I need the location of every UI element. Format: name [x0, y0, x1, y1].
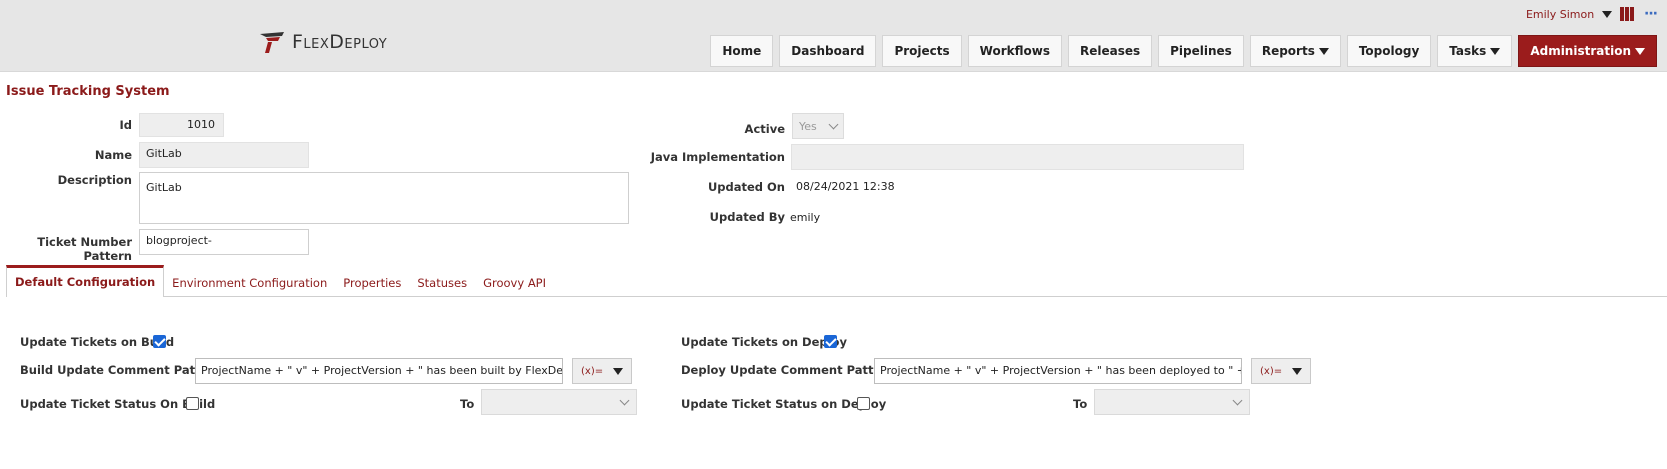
- chevron-down-icon: [1232, 395, 1243, 405]
- nav-workflows[interactable]: Workflows: [967, 35, 1062, 67]
- main-nav: Home Dashboard Projects Workflows Releas…: [710, 35, 1657, 67]
- user-menu[interactable]: Emily Simon: [1525, 7, 1613, 21]
- nav-releases[interactable]: Releases: [1067, 35, 1153, 67]
- build-to-select: [481, 389, 637, 415]
- chevron-down-icon: [619, 395, 630, 405]
- nav-dashboard[interactable]: Dashboard: [779, 35, 877, 67]
- update-on-build-label: Update Tickets on Build: [20, 335, 175, 349]
- chevron-down-icon: [1602, 11, 1613, 18]
- flexdeploy-logo[interactable]: FlexDeploy: [258, 30, 387, 54]
- updated-on-value: 08/24/2021 12:38: [796, 180, 895, 193]
- name-label: Name: [94, 148, 132, 162]
- nav-topology[interactable]: Topology: [1346, 35, 1432, 67]
- nav-home[interactable]: Home: [710, 35, 774, 67]
- update-on-deploy-label: Update Tickets on Deploy: [681, 335, 847, 349]
- build-to-label: To: [460, 397, 475, 411]
- tab-groovy-api[interactable]: Groovy API: [475, 276, 554, 296]
- update-on-deploy-checkbox[interactable]: [824, 335, 837, 348]
- nav-pipelines-label: Pipelines: [1170, 44, 1232, 58]
- expression-icon: (x)=: [1260, 365, 1283, 377]
- tab-default-configuration[interactable]: Default Configuration: [6, 265, 165, 297]
- logo-text: FlexDeploy: [292, 31, 388, 53]
- id-label: Id: [119, 118, 132, 132]
- build-comment-input[interactable]: ProjectName + " v" + ProjectVersion + " …: [195, 358, 563, 384]
- deploy-comment-input[interactable]: ProjectName + " v" + ProjectVersion + " …: [874, 358, 1242, 384]
- more-icon[interactable]: ···: [1644, 6, 1658, 22]
- active-label: Active: [744, 122, 785, 136]
- tab-statuses[interactable]: Statuses: [409, 276, 475, 296]
- nav-home-label: Home: [722, 44, 762, 58]
- nav-tasks-label: Tasks: [1449, 44, 1487, 58]
- updated-by-label: Updated By: [709, 210, 785, 224]
- deploy-comment-label: Deploy Update Comment Pattern: [681, 363, 896, 377]
- nav-projects[interactable]: Projects: [882, 35, 962, 67]
- config-tabs: Default Configuration Environment Config…: [6, 265, 1667, 297]
- chevron-down-icon: [1318, 47, 1329, 55]
- updated-by-value: emily: [790, 211, 821, 224]
- status-on-deploy-checkbox[interactable]: [857, 397, 870, 410]
- user-name: Emily Simon: [1525, 8, 1595, 21]
- status-on-deploy-label: Update Ticket Status on Deploy: [681, 397, 887, 411]
- nav-reports[interactable]: Reports: [1249, 35, 1341, 67]
- name-field[interactable]: GitLab: [139, 142, 309, 168]
- active-select-value: Yes: [799, 119, 817, 133]
- expression-icon: (x)=: [581, 365, 604, 377]
- description-label: Description: [57, 173, 132, 187]
- tab-properties[interactable]: Properties: [335, 276, 409, 296]
- chevron-down-icon: [828, 119, 839, 129]
- java-impl-field: [791, 144, 1244, 170]
- update-on-build-checkbox[interactable]: [153, 335, 166, 348]
- description-field[interactable]: GitLab: [139, 172, 629, 224]
- deploy-to-label: To: [1073, 397, 1088, 411]
- nav-administration[interactable]: Administration: [1518, 35, 1657, 67]
- user-bar: Emily Simon ···: [1525, 6, 1658, 22]
- build-comment-label: Build Update Comment Pattern: [20, 363, 223, 377]
- deploy-to-select: [1094, 389, 1250, 415]
- nav-workflows-label: Workflows: [979, 44, 1050, 58]
- nav-tasks[interactable]: Tasks: [1437, 35, 1513, 67]
- tab-environment-configuration[interactable]: Environment Configuration: [164, 276, 335, 296]
- page-title: Issue Tracking System: [6, 84, 170, 99]
- java-impl-label: Java Implementation: [650, 150, 785, 164]
- nav-topology-label: Topology: [1358, 44, 1420, 58]
- active-select: Yes: [792, 113, 844, 139]
- build-expression-button[interactable]: (x)=: [572, 358, 632, 384]
- nav-pipelines[interactable]: Pipelines: [1158, 35, 1244, 67]
- chevron-down-icon: [1635, 47, 1645, 55]
- ticket-pattern-label: Ticket Number Pattern: [37, 235, 132, 263]
- chevron-down-icon: [1292, 367, 1302, 375]
- chevron-down-icon: [613, 367, 623, 375]
- app-header: FlexDeploy Emily Simon ··· Home Dashboar…: [0, 0, 1667, 72]
- updated-on-label: Updated On: [707, 180, 785, 194]
- flexdeploy-logo-icon: [260, 32, 284, 53]
- chevron-down-icon: [1490, 47, 1501, 55]
- id-field: 1010: [139, 113, 224, 137]
- ticket-pattern-input[interactable]: blogproject-: [139, 229, 309, 255]
- nav-administration-label: Administration: [1530, 44, 1631, 58]
- status-on-build-checkbox[interactable]: [186, 397, 199, 410]
- nav-reports-label: Reports: [1261, 44, 1315, 58]
- deploy-expression-button[interactable]: (x)=: [1251, 358, 1311, 384]
- map-icon[interactable]: [1620, 7, 1636, 21]
- nav-projects-label: Projects: [894, 44, 950, 58]
- nav-releases-label: Releases: [1079, 44, 1141, 58]
- nav-dashboard-label: Dashboard: [791, 44, 865, 58]
